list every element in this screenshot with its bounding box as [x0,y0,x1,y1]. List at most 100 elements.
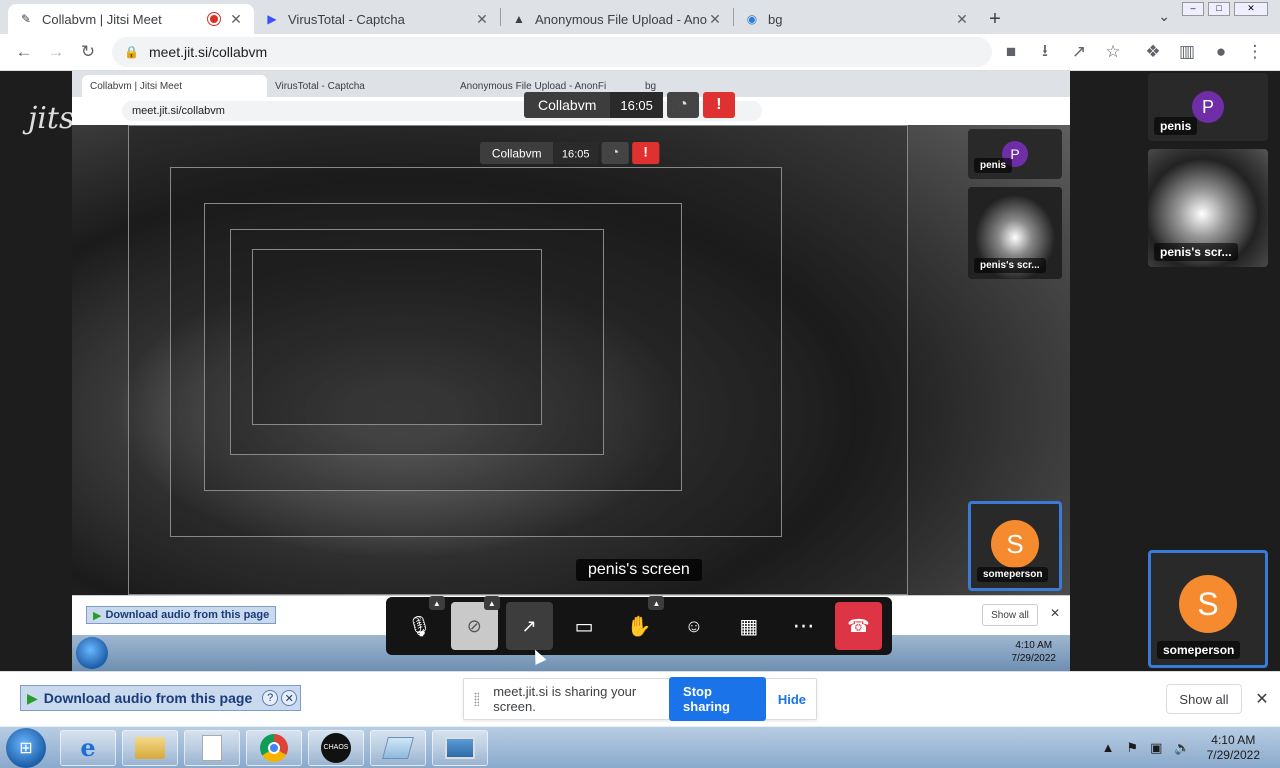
taskbar-chrome[interactable] [246,729,302,766]
tab-bg[interactable]: ◉ bg ✕ [734,4,980,34]
connection-icon[interactable]: ◔ [666,92,699,118]
close-tab-icon[interactable]: ✕ [707,11,723,28]
tab-virustotal[interactable]: ▶ VirusTotal - Captcha ✕ [254,4,500,34]
hangup-button[interactable]: ☎ [835,602,883,650]
url-text: meet.jit.si/collabvm [148,44,268,60]
close-tab-icon[interactable]: ✕ [474,11,490,28]
chevron-up-icon[interactable]: ▲ [483,596,500,610]
system-tray: ▲ ⚑ ▣ 🔊 4:10 AM 7/29/2022 [1096,733,1280,763]
install-icon[interactable]: ⭳ [1028,36,1062,68]
microphone-icon: 🎙 [406,615,433,638]
tab-search-icon[interactable]: ⌄ [1158,8,1170,25]
tray-expand-icon[interactable]: ▲ [1102,740,1115,755]
recording-icon [208,13,220,25]
tab-title: Collabvm | Jitsi Meet [42,11,162,27]
close-icon[interactable]: ✕ [281,690,298,706]
warning-icon: ! [632,142,660,165]
forward-icon[interactable]: → [40,36,72,68]
side-panel-icon[interactable]: ▥ [1170,36,1204,68]
camera-button[interactable]: ⊘ ▲ [450,596,500,650]
taskbar-chaos[interactable]: CHAOS [308,729,364,766]
profile-icon[interactable]: ● [1204,36,1238,68]
taskbar-notepad[interactable] [370,729,426,766]
drag-handle-icon[interactable] [474,692,480,706]
taskbar-ie[interactable]: e [60,729,116,766]
extensions-icon[interactable]: ❖ [1136,36,1170,68]
tab-anonfiles[interactable]: ▲ Anonymous File Upload - AnonFiles ✕ [501,4,733,34]
network-icon[interactable]: ▣ [1150,740,1162,756]
chat-button[interactable]: ▭ [561,602,608,650]
raise-hand-button[interactable]: ✋ ▲ [616,596,665,650]
tab-title: VirusTotal - Captcha [288,11,405,27]
download-audio-chip[interactable]: ▶ Download audio from this page ? ✕ [20,685,302,711]
stop-sharing-button[interactable]: Stop sharing [669,677,766,721]
participant-name: penis [974,158,1013,173]
window-controls: – □ ✕ [1182,2,1268,16]
reload-icon[interactable]: ↻ [72,36,104,68]
thumb-penis[interactable]: P penis [1148,73,1268,141]
inner-tab: Collabvm | Jitsi Meet [82,75,267,97]
screen-share-button[interactable]: ↗ [505,602,553,650]
tab-collabvm[interactable]: ✎ Collabvm | Jitsi Meet ✕ [8,4,254,34]
chevron-up-icon[interactable]: ▲ [648,596,665,610]
microphone-button[interactable]: 🎙 ▲ [396,596,445,650]
more-button[interactable]: ⋯ [780,602,827,650]
browser-toolbar: ← → ↻ 🔒 meet.jit.si/collabvm ■ ⭳ ↗ ☆ ❖ ▥… [0,34,1280,71]
participant-name: someperson [1157,641,1241,659]
start-button[interactable]: ⊞ [6,727,46,768]
address-bar[interactable]: 🔒 meet.jit.si/collabvm [112,37,992,67]
close-download-bar-icon[interactable]: ✕ [1252,684,1272,714]
sharing-message: meet.jit.si is sharing your screen. [493,684,637,714]
tile-view-icon: ▦ [739,615,759,638]
tab-strip: ✎ Collabvm | Jitsi Meet ✕ ▶ VirusTotal -… [0,0,1280,34]
thumb-screen[interactable]: penis's scr... [1148,149,1268,267]
screen: ✎ Collabvm | Jitsi Meet ✕ ▶ VirusTotal -… [0,0,1280,768]
hide-button[interactable]: Hide [778,692,806,707]
close-tab-icon[interactable]: ✕ [954,11,970,28]
inner-show-all: Show all [982,604,1038,626]
inner-clock-date: 7/29/2022 [1011,653,1057,664]
clock[interactable]: 4:10 AM 7/29/2022 [1207,733,1260,763]
tile-view-button[interactable]: ▦ [725,602,772,650]
warning-icon[interactable]: ! [702,92,735,118]
inner-download-chip: ▶ Download audio from this page [86,606,277,624]
download-audio-button[interactable]: ▶ Download audio from this page [21,686,262,710]
taskbar-explorer[interactable] [122,729,178,766]
chaos-icon: CHAOS [321,732,351,763]
avatar: S [991,520,1039,568]
share-icon[interactable]: ↗ [1062,36,1096,68]
minimize-icon[interactable]: – [1182,2,1204,16]
bookmark-star-icon[interactable]: ☆ [1096,36,1130,68]
jitsi-icon: ✎ [20,12,32,26]
participant-name: penis [1154,117,1198,135]
maximize-icon[interactable]: □ [1208,2,1230,16]
virustotal-icon: ▶ [267,12,277,26]
participant-name: someperson [977,567,1049,582]
taskbar-picture[interactable] [432,729,488,766]
close-tab-icon[interactable]: ✕ [228,11,244,28]
volume-icon[interactable]: 🔊 [1174,740,1190,756]
participants-button[interactable]: ☺ [670,602,717,650]
meeting-name: Collabvm [480,142,554,165]
camera-icon[interactable]: ■ [994,36,1028,68]
inner-thumb-penis: P penis [968,129,1062,179]
chrome-icon [260,733,288,762]
close-window-icon[interactable]: ✕ [1234,2,1268,16]
nested-meeting-header: Collabvm 16:05 ◔ ! [480,142,660,165]
screen-share-icon: ↗ [521,615,537,636]
clock-date: 7/29/2022 [1206,747,1260,762]
help-icon[interactable]: ? [262,690,279,706]
taskbar-document[interactable] [184,729,240,766]
thumb-someperson[interactable]: S someperson [1148,550,1268,668]
back-icon[interactable]: ← [8,36,40,68]
show-all-button[interactable]: Show all [1166,684,1242,714]
meeting-name: Collabvm [524,92,611,118]
chevron-up-icon[interactable]: ▲ [428,596,445,610]
clock-time: 4:10 AM [1211,732,1256,747]
menu-icon[interactable]: ⋮ [1238,36,1272,68]
more-icon: ⋯ [792,613,815,638]
new-tab-button[interactable]: + [980,4,1010,34]
connection-icon: ◔ [601,142,629,165]
windows-taskbar: ⊞ e CHAOS ▲ ⚑ ▣ 🔊 4:10 AM 7/29/2022 [0,726,1280,768]
flag-icon[interactable]: ⚑ [1126,740,1138,756]
